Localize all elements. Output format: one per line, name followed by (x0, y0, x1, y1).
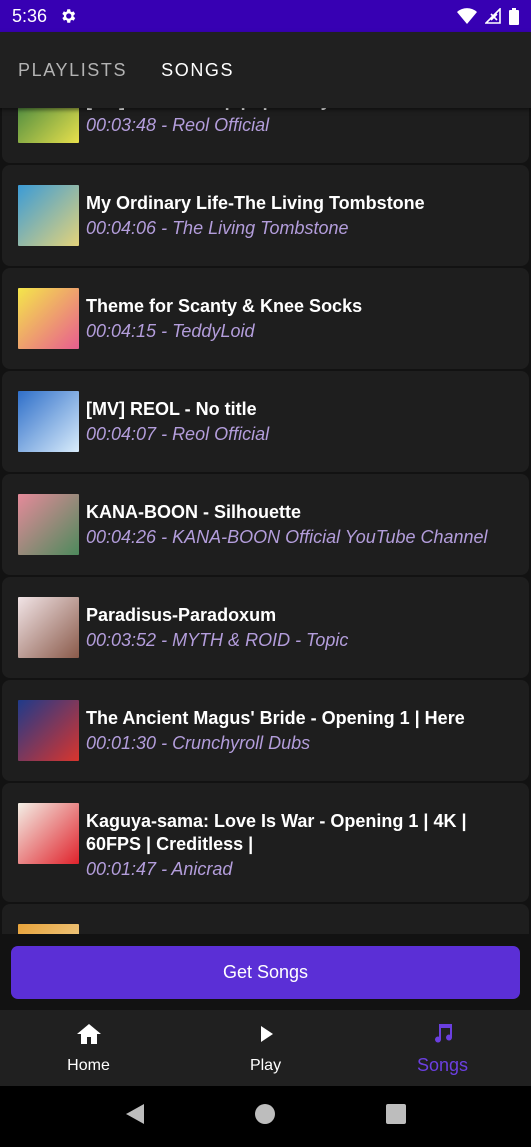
song-item[interactable]: KANA-BOON - Silhouette 00:04:26 - KANA-BO… (2, 474, 529, 575)
system-nav-bar (0, 1086, 531, 1147)
song-item[interactable]: KUNTRACE - SHE BAD (OFFICIAL AMV) (2, 904, 529, 934)
song-duration-artist: 00:04:15 - TeddyLoid (86, 321, 255, 341)
battery-icon (509, 7, 519, 25)
music-note-icon (431, 1020, 455, 1049)
settings-gear-icon (59, 7, 77, 25)
song-item[interactable]: Paradisus-Paradoxum 00:03:52 - MYTH & ROI… (2, 577, 529, 678)
song-thumbnail (18, 288, 79, 349)
song-text: KANA-BOON - Silhouette 00:04:26 - KANA-BO… (86, 494, 488, 550)
song-title: KUNTRACE - SHE BAD (OFFICIAL AMV) (86, 931, 428, 934)
song-text: Theme for Scanty & Knee Socks 00:04:15 - … (86, 288, 362, 344)
song-duration-artist: 00:01:30 - Crunchyroll Dubs (86, 733, 311, 753)
nav-songs-label: Songs (416, 1055, 469, 1075)
song-item[interactable]: [MV] REOL - drop pop candy00:03:48 - Reo… (2, 108, 529, 163)
song-text: [MV] REOL - drop pop candy00:03:48 - Reo… (86, 108, 331, 138)
song-item[interactable]: [MV] REOL - No title 00:04:07 - Reol Offi… (2, 371, 529, 472)
song-text: Kaguya-sama: Love Is War - Opening 1 | 4… (86, 803, 515, 882)
get-songs-button[interactable]: Get Songs (11, 946, 520, 999)
song-thumbnail (18, 597, 79, 658)
wifi-icon (457, 8, 477, 24)
nav-home[interactable]: Home (0, 1010, 177, 1086)
play-icon (254, 1022, 278, 1051)
song-item[interactable]: The Ancient Magus' Bride - Opening 1 | H… (2, 680, 529, 781)
song-item[interactable]: Theme for Scanty & Knee Socks 00:04:15 - … (2, 268, 529, 369)
song-title: My Ordinary Life-The Living Tombstone (86, 193, 425, 213)
song-text: The Ancient Magus' Bride - Opening 1 | H… (86, 700, 465, 756)
song-duration-artist: 00:04:07 - Reol Official (86, 424, 270, 444)
song-duration-artist: 00:04:26 - KANA-BOON Official YouTube Ch… (86, 527, 488, 547)
top-tab-bar: PLAYLISTS SONGS (0, 32, 531, 108)
song-thumbnail (18, 494, 79, 555)
tab-songs[interactable]: SONGS (161, 60, 234, 81)
song-title: Kaguya-sama: Love Is War - Opening 1 | 4… (86, 811, 467, 854)
tab-playlists[interactable]: PLAYLISTS (18, 60, 127, 81)
song-title: [MV] REOL - No title (86, 399, 257, 419)
status-time: 5:36 (12, 5, 48, 26)
nav-home-label: Home (67, 1056, 110, 1074)
song-text: [MV] REOL - No title 00:04:07 - Reol Offi… (86, 391, 269, 447)
nav-songs[interactable]: Songs (354, 1010, 531, 1086)
song-text: My Ordinary Life-The Living Tombstone 00:… (86, 185, 425, 241)
song-duration-artist: 00:04:06 - The Living Tombstone (86, 218, 349, 238)
song-duration-artist: 00:01:47 - Anicrad (86, 859, 233, 879)
home-circle-icon[interactable] (254, 1103, 276, 1130)
recents-square-icon[interactable] (385, 1103, 407, 1130)
song-thumbnail (18, 700, 79, 761)
song-duration-artist: 00:03:52 - MYTH & ROID - Topic (86, 630, 349, 650)
song-thumbnail (18, 391, 79, 452)
back-icon[interactable] (124, 1102, 146, 1131)
song-thumbnail (18, 924, 79, 934)
song-text: Paradisus-Paradoxum 00:03:52 - MYTH & ROI… (86, 597, 348, 653)
song-thumbnail (18, 108, 79, 143)
song-title: KANA-BOON - Silhouette (86, 502, 301, 522)
song-item[interactable]: My Ordinary Life-The Living Tombstone 00:… (2, 165, 529, 266)
song-thumbnail (18, 185, 79, 246)
song-item[interactable]: Kaguya-sama: Love Is War - Opening 1 | 4… (2, 783, 529, 902)
home-icon (75, 1022, 103, 1051)
status-bar: 5:36 (0, 0, 531, 32)
song-title: Paradisus-Paradoxum (86, 605, 277, 625)
bottom-nav: Home Play Songs (0, 1010, 531, 1086)
song-title: The Ancient Magus' Bride - Opening 1 | H… (86, 708, 465, 728)
nav-play[interactable]: Play (177, 1010, 354, 1086)
song-title: Theme for Scanty & Knee Socks (86, 296, 363, 316)
nav-play-label: Play (249, 1056, 282, 1074)
no-signal-icon (485, 8, 501, 24)
song-duration-artist: 00:03:48 - Reol Official (86, 115, 270, 135)
song-thumbnail (18, 803, 79, 864)
songs-list[interactable]: [MV] REOL - drop pop candy00:03:48 - Reo… (0, 108, 531, 934)
song-text: KUNTRACE - SHE BAD (OFFICIAL AMV) (86, 924, 428, 934)
